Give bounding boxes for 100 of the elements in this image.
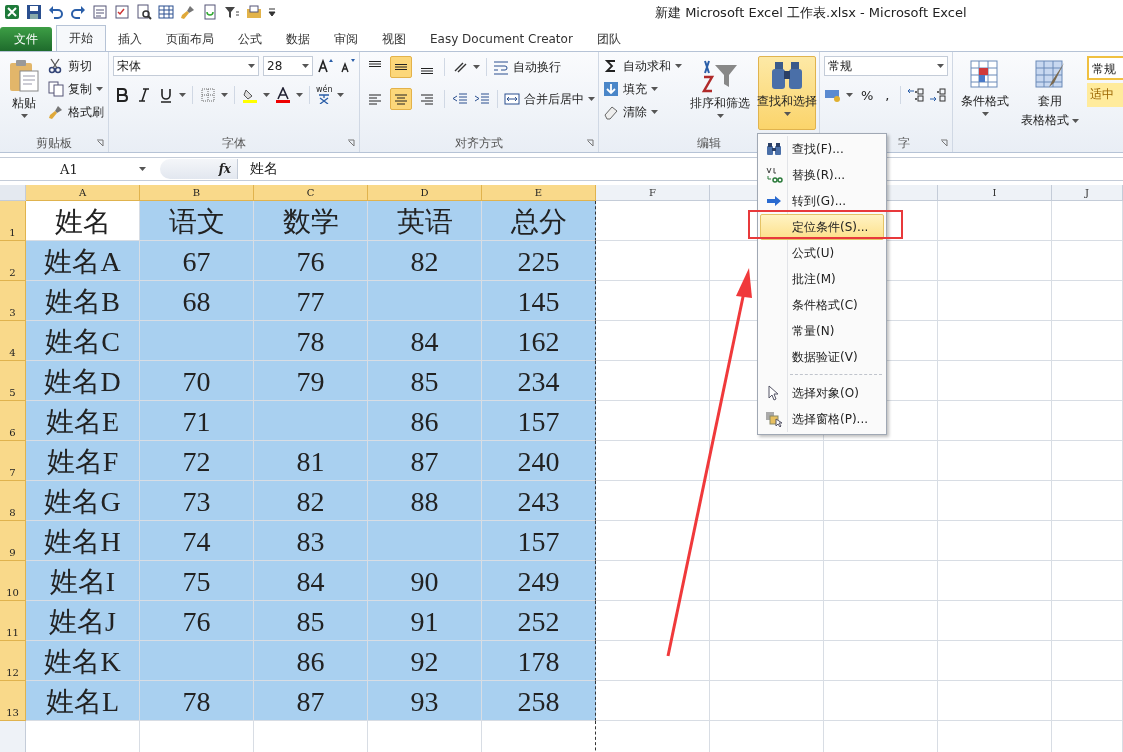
row-header[interactable]: 2 [0,241,26,281]
checklist-icon[interactable] [114,4,130,20]
folder-icon[interactable] [246,4,262,20]
caret-icon[interactable] [221,93,228,97]
row-header[interactable]: 7 [0,441,26,481]
column-header[interactable]: A [26,185,140,201]
vertical-align-button[interactable] [390,56,412,78]
ribbon-tab[interactable]: 审阅 [322,27,370,51]
menu-item[interactable]: 选择窗格(P)... [760,406,884,432]
insert-function-button[interactable]: fx [218,162,231,176]
row-header[interactable]: 5 [0,361,26,401]
decrease-indent-icon[interactable] [451,91,469,107]
row-header[interactable]: 9 [0,521,26,561]
column-header[interactable]: E [482,185,596,201]
formula-input[interactable]: 姓名 [238,160,278,178]
menu-item[interactable]: 批注(M) [760,266,884,292]
menu-item[interactable]: 查找(F)... [760,136,884,162]
row-header[interactable]: 13 [0,681,26,721]
caret-icon[interactable] [179,93,186,97]
shrink-font-icon[interactable] [339,58,357,74]
cut-button[interactable]: 剪切 [48,56,104,76]
brush-icon[interactable] [180,4,196,20]
conditional-format-button[interactable]: 条件格式 [957,56,1013,119]
ribbon-tab[interactable]: 页面布局 [154,27,226,51]
caret-icon[interactable] [263,93,270,97]
menu-item[interactable]: 条件格式(C) [760,292,884,318]
print-preview-icon[interactable] [136,4,152,20]
row-header[interactable]: 4 [0,321,26,361]
wrap-text-button[interactable]: 自动换行 [493,57,561,77]
menu-item[interactable]: 选择对象(O) [760,380,884,406]
undo-icon[interactable] [48,4,64,20]
menu-item[interactable]: 转到(G)... [760,188,884,214]
currency-icon[interactable] [824,87,842,103]
font-size-field[interactable]: 28 [263,56,313,76]
ribbon-tab[interactable]: 开始 [56,25,106,51]
find-select-button[interactable]: 查找和选择 [758,56,816,130]
launcher-icon[interactable] [96,139,104,147]
excel-logo-icon[interactable] [4,4,20,20]
column-header[interactable]: C [254,185,368,201]
customize-caret-icon[interactable] [268,7,276,17]
row-header[interactable]: 8 [0,481,26,521]
file-tab[interactable]: 文件 [0,27,52,51]
row-header[interactable]: 10 [0,561,26,601]
redo-icon[interactable] [70,4,86,20]
autosum-button[interactable]: 自动求和 [603,56,682,76]
ribbon-tab[interactable]: 数据 [274,27,322,51]
neutral-style-button[interactable]: 适中 [1087,83,1123,107]
row-header[interactable]: 11 [0,601,26,641]
merge-center-button[interactable]: 合并后居中 [504,89,595,109]
save-icon[interactable] [26,4,42,20]
format-as-table-button[interactable]: 套用 表格格式 [1017,56,1083,132]
table-icon[interactable] [158,4,174,20]
caret-icon[interactable] [296,93,303,97]
font-color-icon[interactable] [274,87,292,103]
fill-button[interactable]: 填充 [603,79,682,99]
font-name-field[interactable]: 宋体 [113,56,259,76]
comma-button[interactable]: , [881,87,894,103]
caret-icon[interactable] [473,65,480,69]
launcher-icon[interactable] [586,139,594,147]
percent-button[interactable]: % [857,87,878,103]
ribbon-tab[interactable]: 团队 [584,27,633,51]
normal-style-button[interactable]: 常规 [1087,56,1123,80]
menu-item[interactable]: 数据验证(V) [760,344,884,370]
decrease-decimal-icon[interactable] [928,87,947,103]
ribbon-tab[interactable]: Easy Document Creator [418,27,585,51]
launcher-icon[interactable] [940,139,948,147]
sort-filter-button[interactable]: 排序和筛选 [686,56,754,121]
ribbon-tab[interactable]: 插入 [106,27,154,51]
launcher-icon[interactable] [347,139,355,147]
menu-item[interactable]: 定位条件(S)... [760,214,884,240]
copy-button[interactable]: 复制 [48,79,104,99]
caret-icon[interactable] [336,93,344,97]
increase-indent-icon[interactable] [473,91,491,107]
name-box[interactable]: A1 [0,161,150,177]
increase-decimal-icon[interactable] [906,87,925,103]
paste-button[interactable]: 粘贴 [4,56,44,121]
column-header[interactable]: F [596,185,710,201]
clear-button[interactable]: 清除 [603,102,682,122]
row-header[interactable]: 12 [0,641,26,681]
caret-icon[interactable] [846,93,853,97]
column-header[interactable]: J [1052,185,1123,201]
ribbon-tab[interactable]: 公式 [226,27,274,51]
row-header[interactable]: 6 [0,401,26,441]
phonetic-button[interactable]: wén [316,86,333,104]
ribbon-tab[interactable]: 视图 [370,27,418,51]
row-header[interactable]: 3 [0,281,26,321]
format-painter-button[interactable]: 格式刷 [48,102,104,122]
menu-item[interactable]: 替换(R)... [760,162,884,188]
grow-font-icon[interactable] [317,58,335,74]
filter-icon[interactable] [224,4,240,20]
number-format-field[interactable]: 常规 [824,56,948,76]
horizontal-align-button[interactable] [390,88,412,110]
column-header[interactable]: B [140,185,254,201]
menu-item[interactable]: 公式(U) [760,240,884,266]
fill-color-icon[interactable] [241,87,259,103]
refresh-icon[interactable] [202,4,218,20]
row-header[interactable]: 1 [0,201,26,241]
column-header[interactable]: I [938,185,1052,201]
column-header[interactable]: D [368,185,482,201]
menu-item[interactable]: 常量(N) [760,318,884,344]
